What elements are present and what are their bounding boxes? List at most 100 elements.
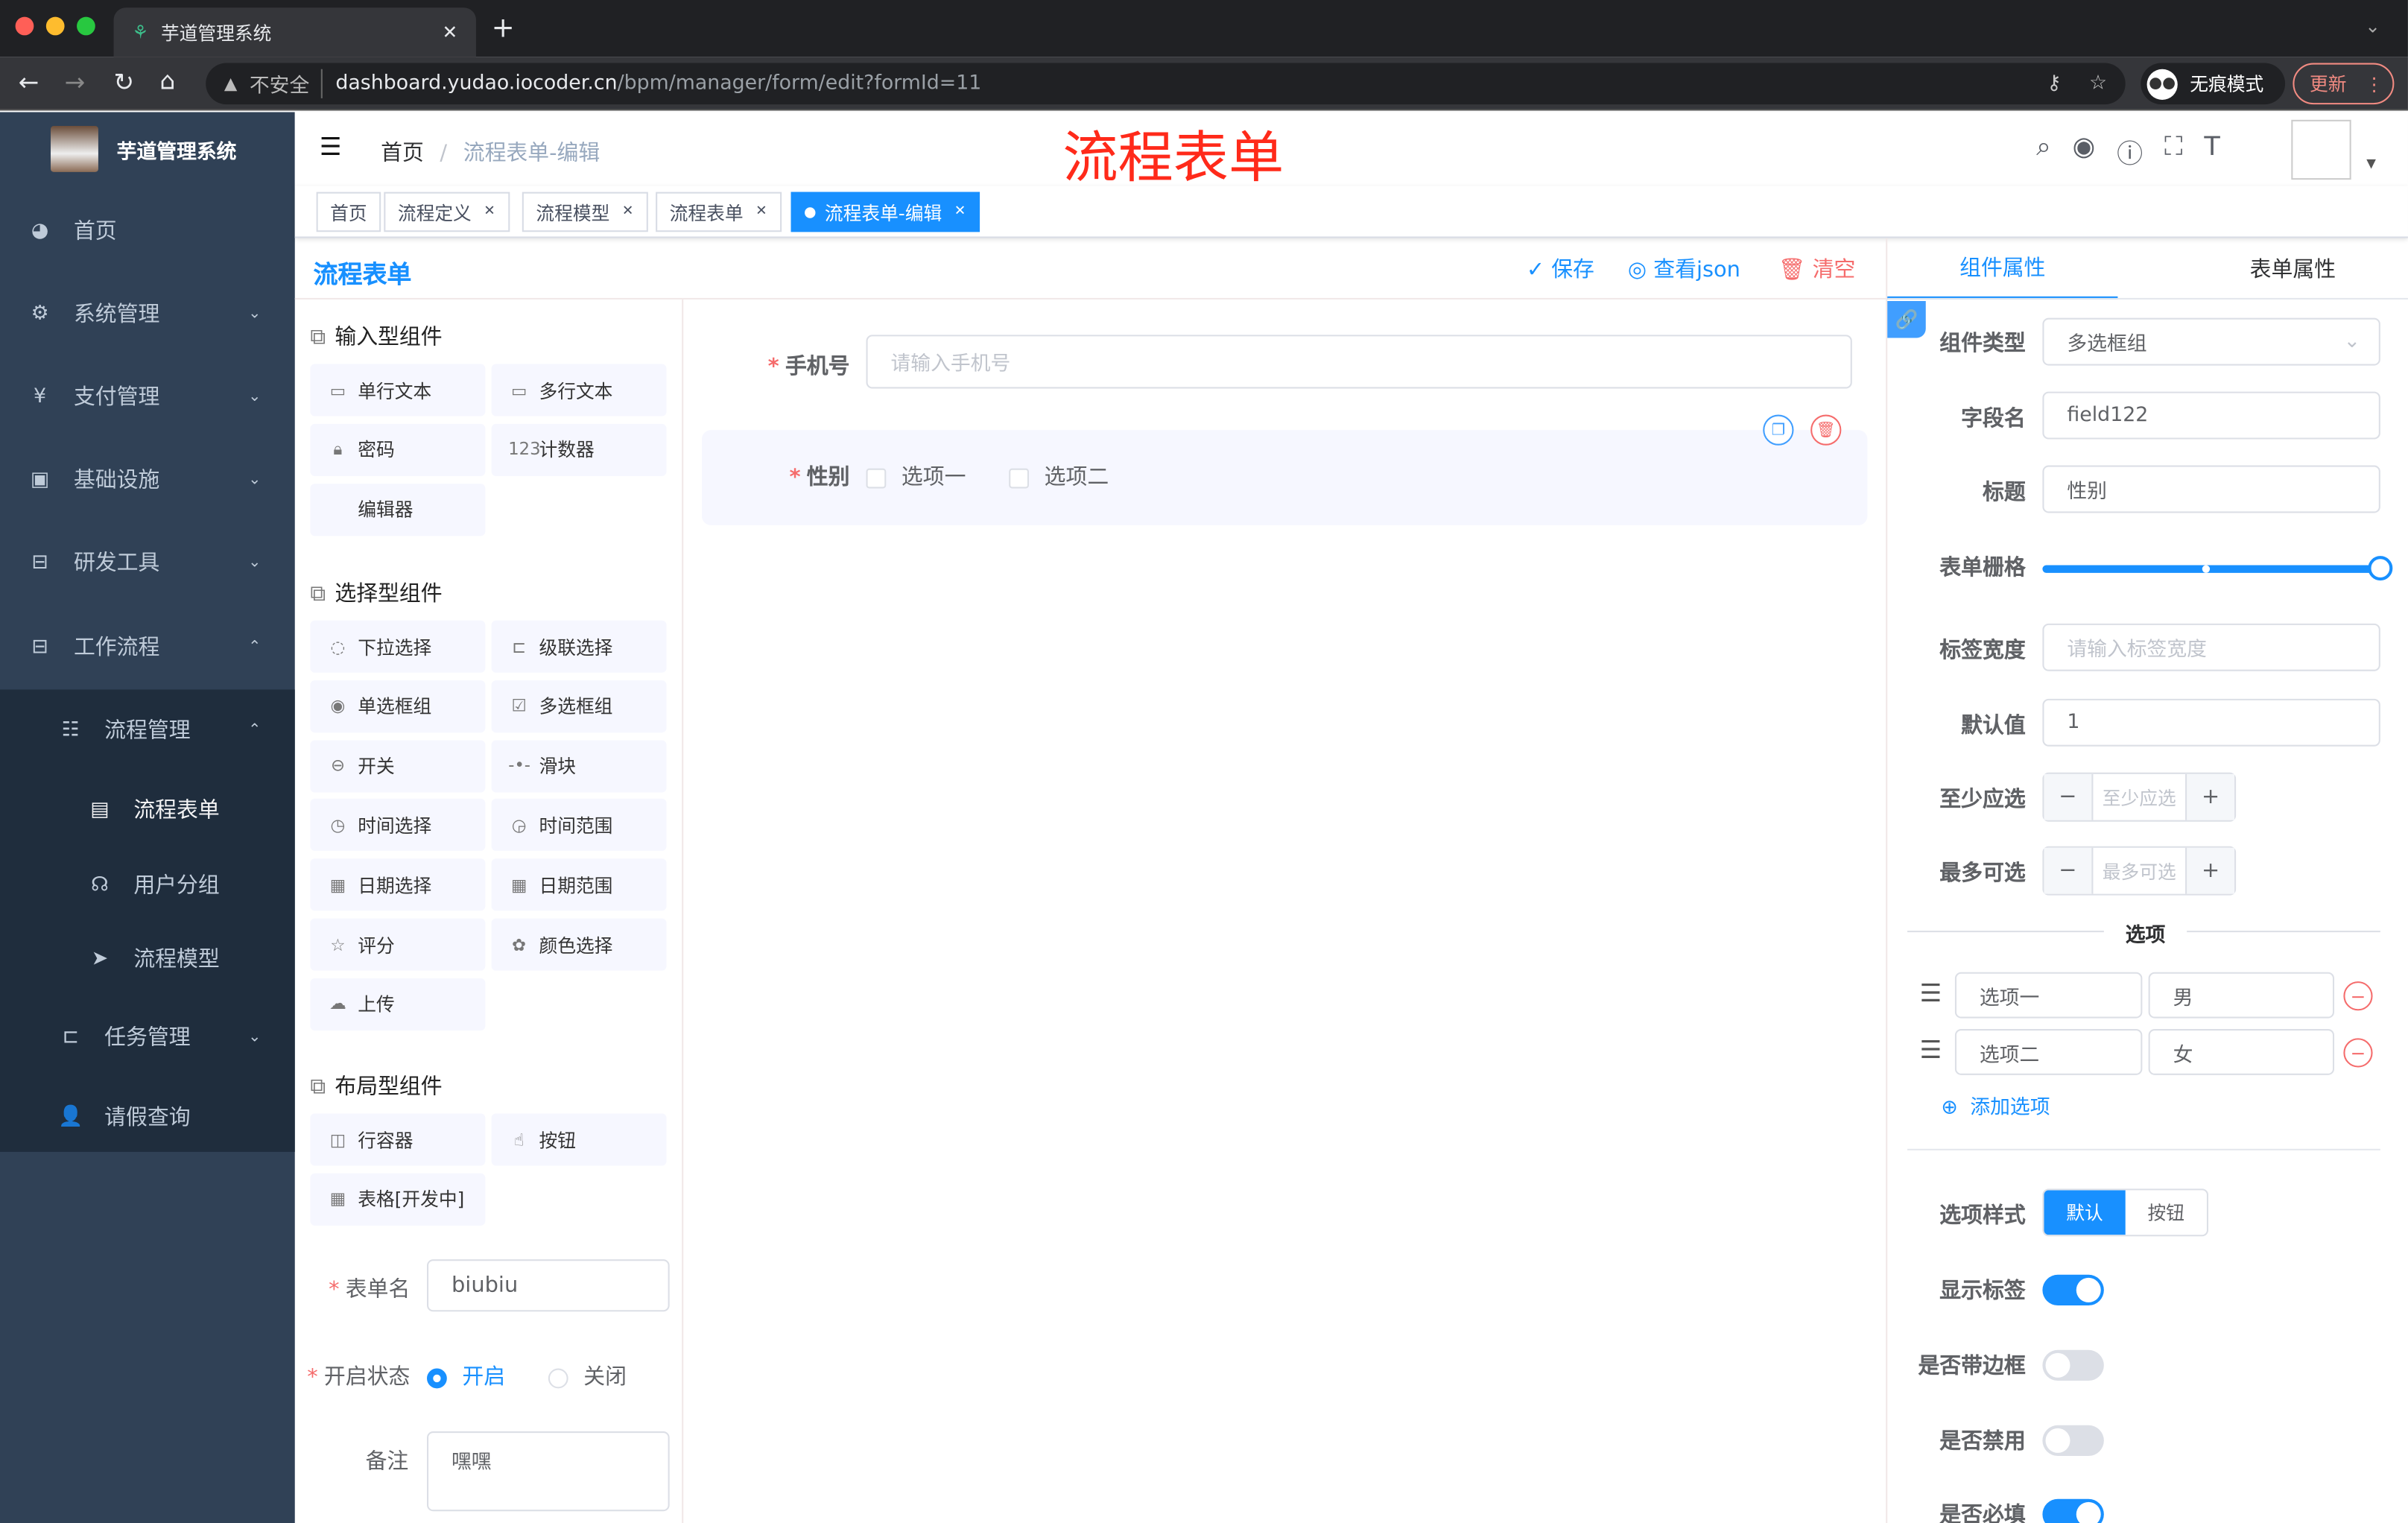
update-button[interactable]: 更新 ⋮	[2293, 63, 2395, 105]
style-button-button[interactable]: 按钮	[2126, 1190, 2207, 1235]
option-label-input[interactable]: 选项二	[1954, 1029, 2143, 1075]
status-on-radio[interactable]: 开启	[427, 1361, 505, 1391]
close-window-button[interactable]	[15, 16, 34, 36]
increment-button[interactable]: +	[2185, 847, 2235, 894]
tag-item[interactable]: 流程定义 ✕	[384, 191, 510, 232]
palette-item[interactable]: ▦ 表格[开发中]	[310, 1173, 486, 1226]
drag-handle-icon[interactable]: ☰	[1920, 1035, 1942, 1064]
option-label-input[interactable]: 选项一	[1954, 972, 2143, 1019]
palette-item[interactable]: ◉ 单选框组	[310, 680, 486, 732]
sidebar-item[interactable]: 👤 请假查询	[0, 1078, 295, 1155]
help-icon[interactable]: ⓘ	[2117, 132, 2143, 171]
sidebar-item[interactable]: ⚙ 系统管理 ⌄	[0, 275, 295, 352]
reload-icon[interactable]: ↻	[114, 68, 135, 97]
sidebar-item[interactable]: ◕ 首页	[0, 192, 295, 269]
palette-item[interactable]: ⊖ 开关	[310, 739, 486, 792]
gender-option-1[interactable]: 选项一	[866, 460, 966, 491]
default-value-input[interactable]: 1	[2042, 698, 2380, 747]
palette-item[interactable]: 编辑器	[310, 483, 486, 536]
maximize-window-button[interactable]	[77, 16, 95, 36]
gender-option-2[interactable]: 选项二	[1009, 460, 1109, 491]
option-value-input[interactable]: 女	[2148, 1029, 2335, 1075]
search-icon[interactable]: ⌕	[2036, 132, 2051, 171]
sidebar-item[interactable]: ☊ 用户分组	[0, 846, 295, 923]
decrement-button[interactable]: −	[2044, 847, 2094, 894]
copy-icon[interactable]: ❐	[1763, 414, 1794, 446]
back-icon[interactable]: ←	[19, 68, 39, 97]
title-input[interactable]: 性别	[2042, 465, 2380, 513]
sidebar-item[interactable]: ▤ 流程表单	[0, 771, 295, 848]
status-off-radio[interactable]: 关闭	[548, 1361, 627, 1391]
palette-item[interactable]: ▭ 多行文本	[491, 364, 667, 417]
remark-textarea[interactable]: 嘿嘿	[427, 1431, 670, 1512]
remove-option-icon[interactable]: −	[2343, 981, 2373, 1011]
palette-item[interactable]: ▦ 日期选择	[310, 858, 486, 911]
star-icon[interactable]: ☆	[2089, 72, 2107, 95]
forward-icon[interactable]: →	[65, 68, 86, 97]
save-button[interactable]: ✓ 保存	[1527, 253, 1594, 284]
view-json-button[interactable]: ◎ 查看json	[1628, 253, 1740, 284]
sidebar-item[interactable]: ⊟ 研发工具 ⌄	[0, 524, 295, 601]
tab-component-props[interactable]: 组件属性	[1887, 238, 2118, 300]
github-icon[interactable]: ◉	[2073, 132, 2096, 171]
phone-input[interactable]: 请输入手机号	[866, 335, 1852, 389]
border-switch[interactable]	[2042, 1349, 2104, 1381]
close-tag-icon[interactable]: ✕	[755, 204, 767, 220]
tab-search-chevron-icon[interactable]: ⌄	[2365, 16, 2380, 37]
add-option-button[interactable]: ⊕ 添加选项	[1941, 1090, 2050, 1120]
required-switch[interactable]	[2042, 1498, 2104, 1523]
grid-slider[interactable]	[2042, 556, 2393, 581]
sidebar-item[interactable]: ➤ 流程模型	[0, 920, 295, 997]
label-width-input[interactable]: 请输入标签宽度	[2042, 623, 2380, 671]
delete-icon[interactable]: 🗑	[1810, 414, 1842, 446]
close-tab-icon[interactable]: ✕	[442, 22, 457, 43]
caret-down-icon[interactable]: ▼	[2366, 156, 2376, 171]
palette-item[interactable]: ◷ 时间选择	[310, 799, 486, 852]
palette-item[interactable]: ☁ 上传	[310, 978, 486, 1030]
palette-item[interactable]: ✿ 颜色选择	[491, 918, 667, 971]
close-tag-icon[interactable]: ✕	[622, 204, 634, 220]
clear-button[interactable]: 🗑 清空	[1778, 253, 1856, 284]
font-size-icon[interactable]: T	[2204, 132, 2220, 171]
minimize-window-button[interactable]	[45, 16, 65, 36]
tab-form-props[interactable]: 表单属性	[2178, 238, 2408, 299]
palette-item[interactable]: ◶ 时间范围	[491, 799, 667, 852]
component-type-select[interactable]: 多选框组 ⌄	[2042, 317, 2380, 366]
form-name-input[interactable]: biubiu	[427, 1259, 670, 1312]
incognito-button[interactable]: ●● 无痕模式	[2141, 63, 2286, 105]
disabled-switch[interactable]	[2042, 1425, 2104, 1457]
sidebar-item[interactable]: ▣ 基础设施 ⌄	[0, 441, 295, 518]
home-icon[interactable]: ⌂	[159, 66, 175, 95]
tag-item[interactable]: 流程表单 ✕	[656, 191, 782, 232]
address-bar[interactable]: ▲ 不安全 dashboard.yudao.iocoder.cn/bpm/man…	[206, 63, 2126, 105]
palette-item[interactable]: ▭ 单行文本	[310, 364, 486, 417]
key-icon[interactable]: ⚷	[2047, 72, 2062, 95]
drag-handle-icon[interactable]: ☰	[1920, 978, 1942, 1007]
decrement-button[interactable]: −	[2044, 773, 2094, 820]
option-value-input[interactable]: 男	[2148, 972, 2335, 1019]
close-tag-icon[interactable]: ✕	[484, 204, 495, 220]
close-tag-icon[interactable]: ✕	[954, 204, 966, 220]
tag-item[interactable]: 首页	[316, 191, 381, 232]
min-select-stepper[interactable]: − 至少应选 +	[2042, 772, 2237, 822]
style-default-button[interactable]: 默认	[2044, 1190, 2126, 1235]
max-select-stepper[interactable]: − 最多可选 +	[2042, 846, 2237, 896]
hamburger-icon[interactable]: ☰	[320, 132, 342, 161]
show-switch[interactable]	[2042, 1274, 2104, 1306]
breadcrumb-home[interactable]: 首页	[381, 142, 424, 166]
palette-item[interactable]: 🔒︎ 密码	[310, 423, 486, 476]
palette-item[interactable]: 123 计数器	[491, 423, 667, 476]
fullscreen-icon[interactable]: ⛶	[2164, 132, 2183, 171]
user-avatar[interactable]	[2291, 119, 2351, 180]
increment-button[interactable]: +	[2185, 773, 2235, 820]
palette-item[interactable]: -•- 滑块	[491, 739, 667, 792]
sidebar-item[interactable]: ⊏ 任务管理 ⌄	[0, 998, 295, 1075]
tag-item[interactable]: 流程表单-编辑 ✕	[790, 191, 980, 232]
sidebar-item[interactable]: ⊟ 工作流程 ⌃	[0, 608, 295, 685]
palette-item[interactable]: ☝ 按钮	[491, 1113, 667, 1166]
palette-item[interactable]: ☆ 评分	[310, 918, 486, 971]
palette-item[interactable]: ◫ 行容器	[310, 1113, 486, 1166]
sidebar-item[interactable]: ¥ 支付管理 ⌄	[0, 358, 295, 434]
remove-option-icon[interactable]: −	[2343, 1038, 2373, 1068]
tag-item[interactable]: 流程模型 ✕	[522, 191, 647, 232]
